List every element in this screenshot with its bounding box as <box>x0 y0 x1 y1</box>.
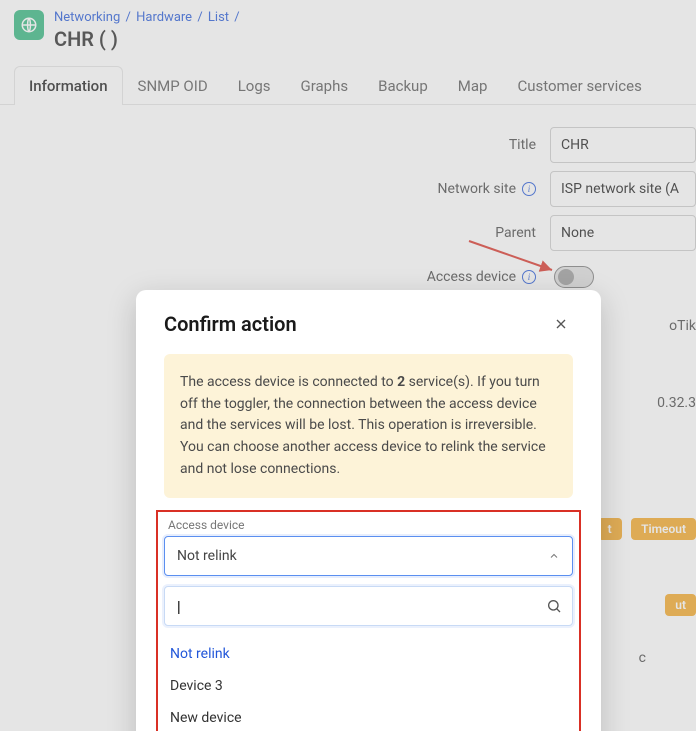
modal-title: Confirm action <box>164 312 297 336</box>
dropdown-options: Not relink Device 3 New device <box>164 638 573 731</box>
option-new-device[interactable]: New device <box>164 702 573 731</box>
chevron-up-icon <box>548 550 560 562</box>
dropdown-search[interactable] <box>164 586 573 626</box>
option-device-3[interactable]: Device 3 <box>164 670 573 702</box>
highlighted-region: Access device Not relink Not relink Devi… <box>156 510 581 731</box>
access-device-field-label: Access device <box>168 518 573 532</box>
select-value: Not relink <box>177 548 237 564</box>
access-device-select[interactable]: Not relink <box>164 536 573 576</box>
confirm-modal: Confirm action The access device is conn… <box>136 290 601 731</box>
close-icon[interactable] <box>549 312 573 336</box>
warning-message: The access device is connected to 2 serv… <box>164 354 573 498</box>
search-input[interactable] <box>175 597 546 615</box>
search-icon <box>546 598 562 614</box>
option-not-relink[interactable]: Not relink <box>164 638 573 670</box>
